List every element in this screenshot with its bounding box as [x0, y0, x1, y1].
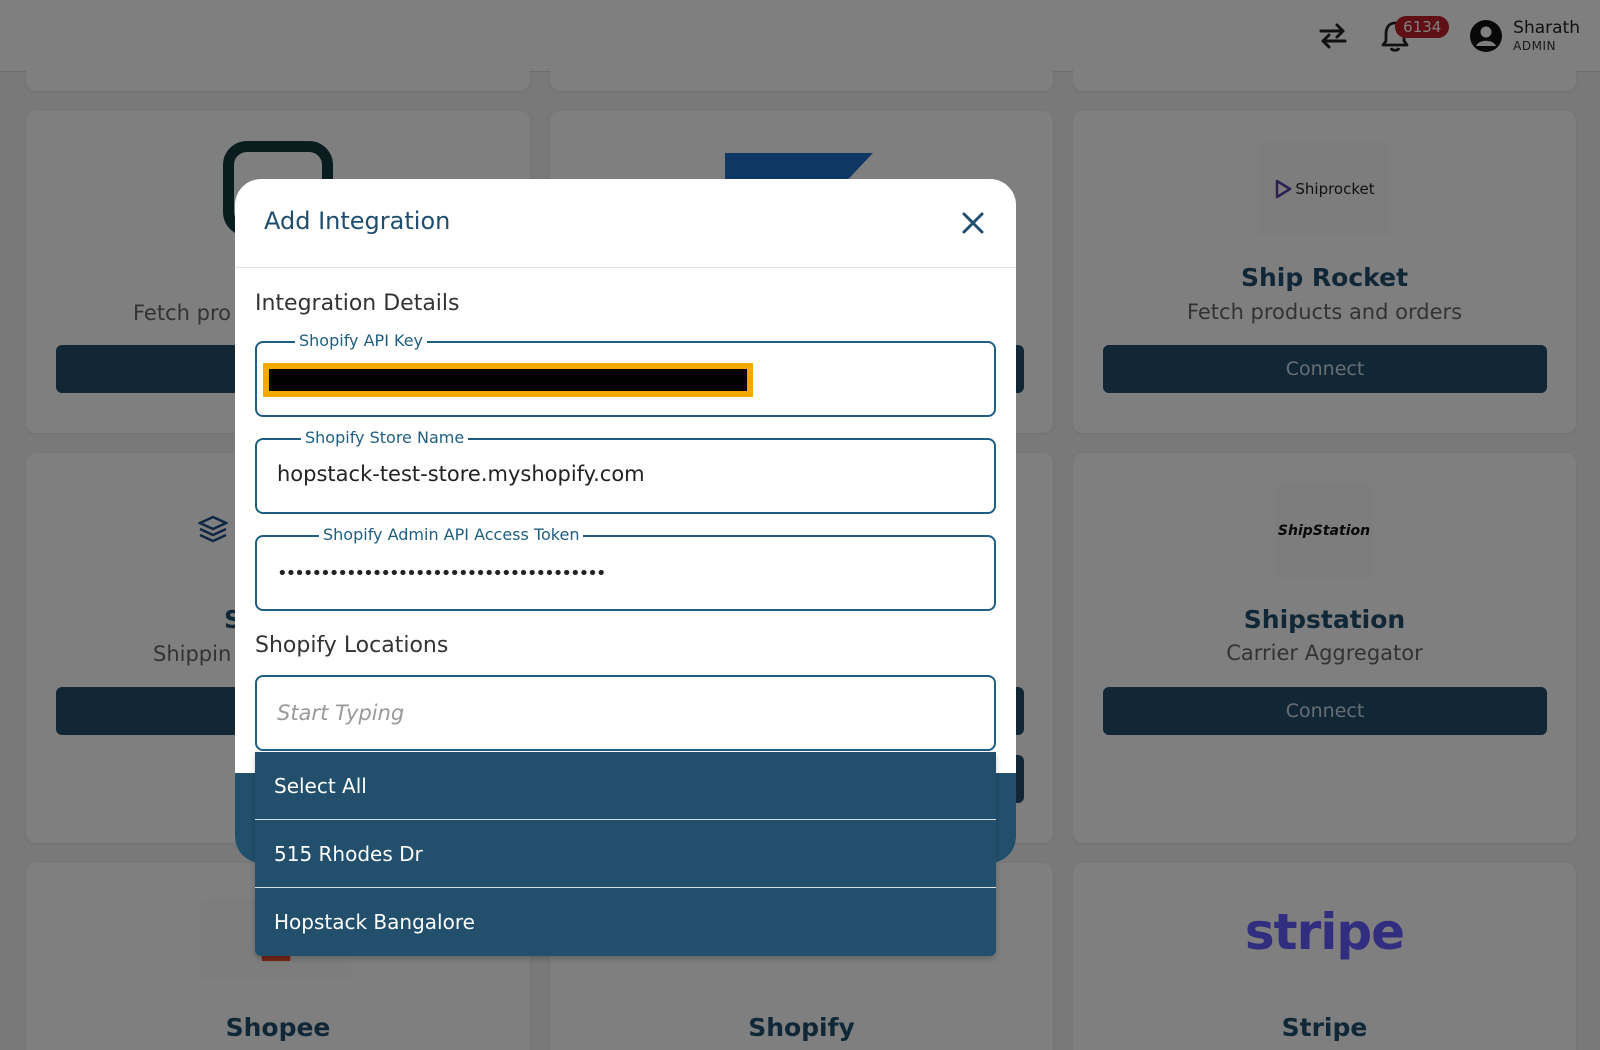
dropdown-option-location[interactable]: Hopstack Bangalore — [255, 888, 996, 956]
field-label: Shopify API Key — [295, 332, 427, 350]
locations-dropdown: Select All 515 Rhodes Dr Hopstack Bangal… — [255, 752, 996, 956]
section-title-shopify-locations: Shopify Locations — [255, 633, 449, 658]
access-token-value: •••••••••••••••••••••••••••••••••••••• — [277, 563, 606, 584]
access-token-field[interactable]: Shopify Admin API Access Token •••••••••… — [255, 526, 996, 611]
store-name-field[interactable]: Shopify Store Name hopstack-test-store.m… — [255, 429, 996, 514]
field-label: Shopify Store Name — [301, 429, 469, 447]
dropdown-option-location[interactable]: 515 Rhodes Dr — [255, 820, 996, 888]
close-button[interactable] — [958, 208, 988, 238]
modal-title: Add Integration — [264, 207, 451, 235]
dropdown-option-select-all[interactable]: Select All — [255, 752, 996, 820]
redacted-value — [263, 363, 753, 397]
field-label: Shopify Admin API Access Token — [319, 526, 584, 544]
locations-search-input[interactable] — [277, 697, 967, 729]
close-icon — [962, 212, 984, 234]
section-title-integration-details: Integration Details — [255, 291, 460, 316]
store-name-value: hopstack-test-store.myshopify.com — [277, 462, 645, 486]
api-key-field[interactable]: Shopify API Key — [255, 332, 996, 417]
modal-header: Add Integration — [235, 179, 1016, 268]
locations-search-field[interactable] — [255, 675, 996, 751]
